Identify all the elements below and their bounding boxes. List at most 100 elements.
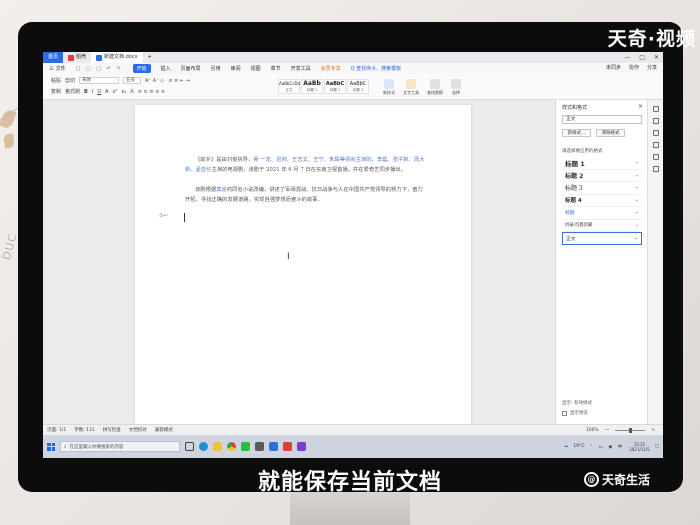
font-size-select[interactable]: 五号 xyxy=(123,77,142,84)
paragraph-2[interactable]: 该剧根据莫言的同名小说改编，讲述了军阀混战、抗日战争与人在中国共产党领导的努力下… xyxy=(185,185,425,205)
command-search[interactable]: Q 查找命令、搜索模板 xyxy=(351,65,402,72)
menu-review[interactable]: 审阅 xyxy=(231,65,241,72)
notification-icon[interactable]: ▢ xyxy=(655,444,659,449)
new-tab-button[interactable]: + xyxy=(143,52,157,63)
mail-icon[interactable] xyxy=(269,442,278,451)
proofread-toggle[interactable]: 文档校对 xyxy=(129,427,147,433)
menu-file[interactable]: 三 文件 xyxy=(49,65,66,72)
subscript-icon[interactable]: x₂ xyxy=(121,89,126,95)
style-list-item-header-footer[interactable]: 目录/页眉页脚 ↵ xyxy=(562,220,642,232)
new-style-button[interactable]: 新样式... xyxy=(562,129,591,137)
align-icons[interactable]: ≡ ≡ ≡ ≡ ≡ xyxy=(138,89,165,95)
menu-devtools[interactable]: 开发工具 xyxy=(291,65,311,72)
page-count[interactable]: 页面: 1/1 xyxy=(47,427,66,433)
style-list-item-normal[interactable]: 正文 ↵ xyxy=(562,232,642,245)
settings-icon[interactable] xyxy=(652,166,659,172)
cursor-icon[interactable] xyxy=(652,106,659,112)
styles-pane-close-icon[interactable]: ✕ xyxy=(638,103,643,110)
sync-status[interactable]: 未同步 xyxy=(606,63,621,74)
folder-icon[interactable] xyxy=(213,442,222,451)
style-heading2-sample: AaBbC xyxy=(325,81,345,87)
media-icon[interactable] xyxy=(297,442,306,451)
menu-sections[interactable]: 章节 xyxy=(271,65,281,72)
font-grow-icons[interactable]: A⁺ A⁻ ◇ xyxy=(145,78,164,84)
style-list-item-heading1[interactable]: 标题 1 ↵ xyxy=(562,157,642,170)
style-heading3[interactable]: AaBbC 标题 3 xyxy=(347,79,369,94)
menu-view[interactable]: 视图 xyxy=(251,65,261,72)
text-tool[interactable]: 文字工具 xyxy=(403,79,419,96)
font-color-icon[interactable]: A xyxy=(130,89,133,95)
paragraph-icons[interactable]: ≡ ≡ ⇤ ⇥ xyxy=(168,78,190,84)
find-replace-tool[interactable]: 查找替换 xyxy=(427,79,443,96)
menu-layout[interactable]: 页面布局 xyxy=(181,65,201,72)
edge-icon[interactable] xyxy=(199,442,208,451)
collaborate-button[interactable]: 协作 xyxy=(629,63,639,74)
clear-format-button[interactable]: 清除格式 xyxy=(596,129,625,137)
style-normal[interactable]: AaBbCcDd 正文 xyxy=(278,79,300,94)
strike-icon[interactable]: A xyxy=(105,89,108,95)
cut-button[interactable]: 剪切 xyxy=(65,77,75,84)
menu-references[interactable]: 引用 xyxy=(211,65,221,72)
para2-text-1: 该剧根据 xyxy=(195,187,217,193)
tab-document-label: 新建文档.docx xyxy=(104,54,138,60)
superscript-icon[interactable]: x² xyxy=(112,89,117,95)
store-icon[interactable] xyxy=(255,442,264,451)
clock[interactable]: 15:21 2021/11/5 xyxy=(629,442,650,452)
style-list-item-heading4[interactable]: 标题 4 ↵ xyxy=(562,195,642,207)
menu-insert[interactable]: 插入 xyxy=(161,65,171,72)
bold-icon[interactable]: B xyxy=(84,89,88,95)
preview-checkbox[interactable] xyxy=(562,410,567,416)
wechat-icon[interactable] xyxy=(241,442,250,451)
select-tool[interactable]: 选择 xyxy=(451,79,461,96)
layers-icon[interactable] xyxy=(652,142,659,148)
taskbar-search[interactable]: ⌕ 在这里输入你要搜索的内容 xyxy=(60,441,180,452)
preview-checkbox-row[interactable]: 显示预览 xyxy=(562,410,592,416)
style-list-item-heading2[interactable]: 标题 2 ↵ xyxy=(562,170,642,182)
format-painter-button[interactable]: 格式刷 xyxy=(65,88,80,95)
tab-home[interactable]: 首页 xyxy=(43,52,63,63)
menu-bar: 三 文件 ▢ ▢ ▢ ↶ ↷ 开始 插入 页面布局 引用 审阅 视图 章节 开发… xyxy=(43,63,663,74)
wps-taskbar-icon[interactable] xyxy=(283,442,292,451)
tab-wps[interactable]: 稻壳 xyxy=(63,52,91,63)
shape-icon[interactable] xyxy=(652,154,659,160)
style-heading3-label: 标题 3 xyxy=(352,88,364,92)
spell-check-toggle[interactable]: 拼写检查 xyxy=(103,427,121,433)
zoom-slider[interactable] xyxy=(615,428,646,433)
tab-document[interactable]: 新建文档.docx xyxy=(91,52,143,63)
italic-icon[interactable]: I xyxy=(92,89,93,95)
style-heading1[interactable]: AaBb 标题 1 xyxy=(301,79,323,94)
task-view-icon[interactable] xyxy=(185,442,194,451)
show-styles-select[interactable]: 显示: 有效样式 xyxy=(562,400,592,406)
close-button[interactable]: ✕ xyxy=(654,52,659,63)
share-button[interactable]: 分享 xyxy=(647,63,657,74)
menu-start[interactable]: 开始 xyxy=(132,64,151,73)
copy-button[interactable]: 复制 xyxy=(51,88,61,95)
arrow-icon[interactable] xyxy=(652,130,659,136)
word-count[interactable]: 字数: 131 xyxy=(74,427,95,433)
maximize-button[interactable]: □ xyxy=(639,52,645,63)
paste-button[interactable]: 粘贴 xyxy=(51,77,61,84)
clipboard-group: 粘贴 剪切 宋体 五号 A⁺ A⁻ ◇ ≡ ≡ ⇤ ⇥ xyxy=(51,77,190,84)
underline-icon[interactable]: U xyxy=(97,89,101,95)
font-family-select[interactable]: 宋体 xyxy=(79,77,120,84)
new-style-tool[interactable]: 新样式 xyxy=(383,79,395,96)
menu-member[interactable]: 会员专享 xyxy=(321,65,341,72)
doc-icon xyxy=(96,54,103,61)
select-label: 选择 xyxy=(452,90,460,95)
style-list-item-heading3[interactable]: 标题 3 ↵ xyxy=(562,182,642,195)
paragraph-1[interactable]: 《故乡》是由刘俊执导，吴 一龙、迟帅、王志文、王宁、朱珠等领衔主演的，李晨、张子… xyxy=(185,155,425,175)
windows-start-icon[interactable] xyxy=(47,442,55,451)
current-style-field[interactable]: 正文 xyxy=(562,115,642,124)
style-list-item-title[interactable]: 标题 ↵ xyxy=(562,207,642,220)
chrome-icon[interactable] xyxy=(227,442,236,451)
clock-date: 2021/11/5 xyxy=(629,446,650,452)
style-heading2[interactable]: AaBbC 标题 2 xyxy=(324,79,346,94)
pen-icon[interactable] xyxy=(652,118,659,124)
document-page[interactable]: 《故乡》是由刘俊执导，吴 一龙、迟帅、王志文、王宁、朱珠等领衔主演的，李晨、张子… xyxy=(135,105,471,424)
tray-icons[interactable]: ⌃ ▭ ◉ 中 xyxy=(589,444,624,450)
zoom-slider-thumb[interactable] xyxy=(629,428,633,433)
weather-temp[interactable]: 19°C xyxy=(573,444,584,449)
minimize-button[interactable]: — xyxy=(624,52,630,63)
status-bar: 页面: 1/1 字数: 131 拼写检查 文档校对 兼容模式 100% — + xyxy=(43,424,663,435)
mouse-ibeam-cursor: I xyxy=(287,252,290,262)
